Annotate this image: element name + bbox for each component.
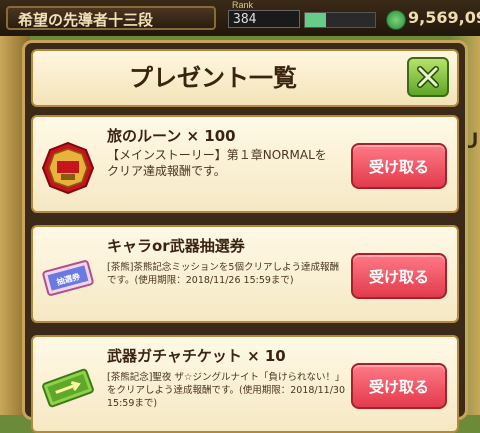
rank-label: Rank <box>232 0 254 10</box>
item-name: 旅のルーン × 100 <box>107 127 236 145</box>
list-item: 武器ガチャチケット × 10 [茶熊記念]聖夜 ザ☆ジングルナイト「負けられない… <box>31 335 459 433</box>
item-description: [茶熊記念]聖夜 ザ☆ジングルナイト「負けられない！」をクリアしよう達成報酬です… <box>107 372 346 409</box>
lottery-ticket-icon: 抽選券 <box>41 251 95 305</box>
present-list-modal: プレゼント一覧 旅のルーン × 100 【メインストーリー】第１章NORMALを… <box>22 40 468 433</box>
rune-medal-icon <box>41 141 95 195</box>
player-title: 希望の先導者十三段 <box>6 6 216 30</box>
item-name: 武器ガチャチケット × 10 <box>107 347 286 365</box>
receive-button[interactable]: 受け取る <box>351 143 447 189</box>
item-description: 【メインストーリー】第１章NORMALをクリア達成報酬です。 <box>107 148 327 178</box>
close-button[interactable] <box>407 57 449 97</box>
modal-title: プレゼント一覧 <box>129 64 297 92</box>
modal-header: プレゼント一覧 <box>31 49 459 107</box>
close-x-icon <box>417 66 439 88</box>
item-description: [茶熊]茶熊記念ミッションを5個クリアしよう達成報酬です。(使用期限：2018/… <box>107 262 339 286</box>
rank-value: 384 <box>228 10 300 28</box>
list-item: 旅のルーン × 100 【メインストーリー】第１章NORMALをクリア達成報酬で… <box>31 115 459 213</box>
receive-button[interactable]: 受け取る <box>351 253 447 299</box>
gold-icon <box>386 10 406 30</box>
item-name: キャラor武器抽選券 <box>107 237 245 255</box>
gold-amount: 9,569,090 <box>408 8 480 27</box>
weapon-ticket-icon <box>41 361 95 415</box>
receive-button[interactable]: 受け取る <box>351 363 447 409</box>
list-item: 抽選券 キャラor武器抽選券 [茶熊]茶熊記念ミッションを5個クリアしよう達成報… <box>31 225 459 323</box>
top-status-bar: 希望の先導者十三段 Rank 384 9,569,090 <box>0 0 480 36</box>
exp-bar <box>304 12 376 28</box>
